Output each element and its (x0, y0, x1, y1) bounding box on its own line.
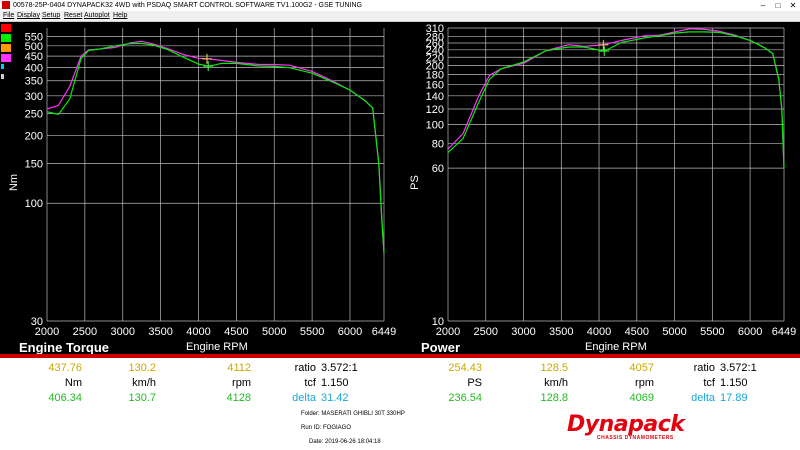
x-tick-label: 4000 (186, 326, 210, 338)
y-tick-label: 350 (25, 76, 43, 88)
left-speed-run2: 130.7 (128, 392, 156, 404)
y-tick-label: 120 (426, 104, 444, 116)
power-chart[interactable]: 2000 2500 3000 3500 4000 4500 5000 5500 6000 6449… (400, 22, 800, 360)
y-tick-label: 10 (432, 316, 444, 328)
right-ratio-value: 3.572:1 (720, 362, 757, 374)
right-rpm-run1: 4057 (629, 362, 654, 374)
y-tick-label: 300 (25, 91, 43, 103)
left-ratio-label: ratio (294, 362, 316, 374)
window-title: 00578-25P-0404 DYNAPACK32 4WD with PSDAQ… (13, 2, 362, 9)
series-line-run1 (46, 40, 385, 254)
left-delta-value: 31.42 (321, 392, 349, 404)
x-tick-label: 5500 (700, 326, 724, 338)
left-rpm-run1: 4112 (227, 362, 251, 374)
right-speed-run2: 128.8 (540, 392, 568, 404)
x-tick-label: 6000 (738, 326, 762, 338)
x-tick-label: 3500 (549, 326, 573, 338)
y-tick-label: 400 (25, 63, 43, 75)
y-tick-label: 150 (25, 159, 43, 171)
power-xaxis-label: Engine RPM (585, 341, 647, 353)
right-rpm-unit: rpm (635, 377, 654, 389)
y-tick-label: 60 (432, 163, 444, 175)
x-tick-label: 6000 (338, 326, 362, 338)
y-axis-label: PS (409, 175, 421, 190)
x-tick-label: 3000 (111, 326, 135, 338)
power-run2-value: 236.54 (448, 392, 482, 404)
dynapack-logo: Dynapack CHASSIS DYNAMOMETERS (567, 414, 707, 444)
y-tick-label: 30 (31, 316, 43, 328)
x-tick-label: 2500 (474, 326, 498, 338)
y-tick-label: 140 (426, 91, 444, 103)
power-unit: PS (467, 377, 482, 389)
x-tick-label: 5000 (662, 326, 686, 338)
info-run-id: Run ID: FOGIAGO (301, 425, 352, 431)
minimize-icon[interactable]: – (756, 0, 770, 11)
menu-setup[interactable]: Setup (42, 11, 60, 21)
y-tick-label: 100 (25, 198, 43, 210)
x-tick-label: 6449 (372, 326, 396, 338)
left-delta-label: delta (292, 392, 316, 404)
menu-help[interactable]: Help (113, 11, 127, 21)
right-ratio-label: ratio (693, 362, 715, 374)
y-tick-label: 450 (25, 51, 43, 63)
x-tick-label: 4500 (224, 326, 248, 338)
menu-autoplot[interactable]: Autoplot (84, 11, 110, 21)
series-line-run2 (46, 42, 385, 254)
x-tick-label: 4500 (625, 326, 649, 338)
power-panel-title: Power (421, 340, 461, 355)
left-speed-unit: km/h (132, 377, 156, 389)
y-tick-label: 100 (426, 120, 444, 132)
right-delta-label: delta (691, 392, 715, 404)
left-rpm-unit: rpm (232, 377, 251, 389)
torque-chart[interactable]: 2000 2500 3000 3500 4000 4500 5000 5500 6000 6449… (0, 22, 400, 360)
left-rpm-run2: 4128 (226, 392, 251, 404)
torque-panel-title: Engine Torque (19, 340, 110, 355)
x-tick-label: 3000 (511, 326, 535, 338)
right-speed-run1: 128.5 (540, 362, 568, 374)
info-folder: Folder: MASERATI GHIBLI 30T 330HP (301, 411, 405, 417)
y-tick-label: 250 (25, 109, 43, 121)
y-axis-label: Nm (8, 174, 20, 191)
power-chart-svg: 2000 2500 3000 3500 4000 4500 5000 5500 6000 6449… (409, 23, 796, 338)
logo-subtitle: CHASSIS DYNAMOMETERS (597, 435, 674, 441)
app-icon (2, 1, 10, 9)
torque-run1-value: 437.76 (48, 362, 82, 374)
logo-wordmark: Dynapack (567, 412, 685, 437)
maximize-icon[interactable]: □ (771, 0, 785, 11)
menu-display[interactable]: Display (17, 11, 40, 21)
power-run1-value: 254.43 (448, 362, 482, 374)
x-tick-label: 5500 (300, 326, 324, 338)
menu-file[interactable]: File (3, 11, 14, 21)
x-tick-label: 4000 (587, 326, 611, 338)
x-tick-label: 2500 (73, 326, 97, 338)
info-date: Date: 2019-06-26 18:04:18 (309, 439, 381, 445)
y-tick-label: 310 (426, 23, 444, 35)
left-speed-run1: 130.2 (128, 362, 156, 374)
right-speed-unit: km/h (544, 377, 568, 389)
y-tick-label: 200 (25, 130, 43, 142)
right-delta-value: 17.89 (720, 392, 748, 404)
menu-reset[interactable]: Reset (64, 11, 82, 21)
right-rpm-run2: 4069 (629, 392, 654, 404)
left-tcf-label: tcf (304, 377, 316, 389)
x-tick-label: 3500 (148, 326, 172, 338)
left-ratio-value: 3.572:1 (321, 362, 358, 374)
torque-chart-svg: 2000 2500 3000 3500 4000 4500 5000 5500 6000 6449… (8, 28, 396, 338)
x-tick-label: 5000 (262, 326, 286, 338)
torque-run2-value: 406.34 (48, 392, 82, 404)
x-tick-label: 6449 (772, 326, 796, 338)
menu-bar: File Display Setup Reset Autoplot Help (0, 11, 800, 22)
right-tcf-value: 1.150 (720, 377, 748, 389)
series-line-run2 (447, 31, 785, 169)
torque-unit: Nm (64, 377, 82, 389)
torque-xaxis-label: Engine RPM (186, 341, 248, 353)
close-icon[interactable]: ✕ (786, 0, 800, 11)
y-tick-label: 80 (432, 139, 444, 151)
right-tcf-label: tcf (703, 377, 715, 389)
y-tick-label: 550 (25, 32, 43, 44)
left-tcf-value: 1.150 (321, 377, 349, 389)
